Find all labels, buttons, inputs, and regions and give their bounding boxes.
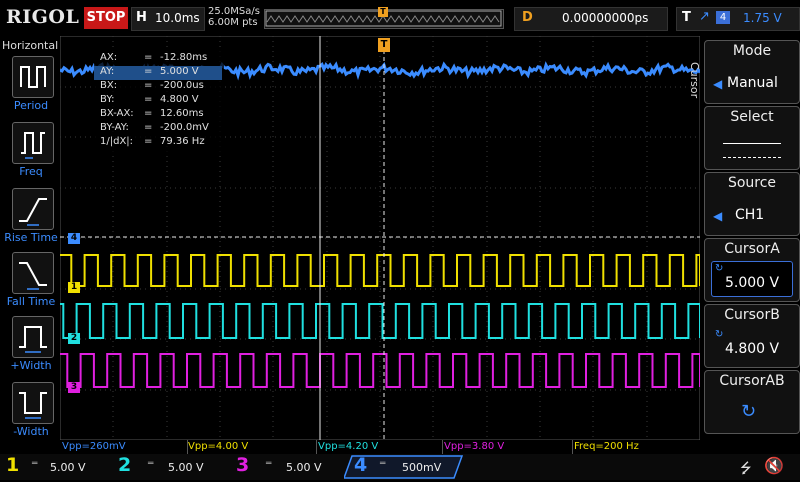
source-softkey[interactable]: Source ◀ CH1 [704,172,800,236]
rigol-logo: RIGOL [6,6,80,28]
cursor-row-ax: AX: = -12.80ms [100,52,208,63]
ch3-offset-marker[interactable]: 3 [68,382,80,393]
measurement-ch4-vpp[interactable]: Vpp=260mV [62,441,126,453]
chevron-left-icon: ◀ [713,209,723,223]
dc-coupling-icon: ═ [32,459,38,469]
usb-icon: ⭍ [740,461,752,477]
timebase-letter: H [136,10,147,25]
cursor-row-bx-ax: BX-AX: = 12.60ms [100,108,204,119]
sample-rate: 25.0MSa/s [208,6,260,17]
period-label: Period [13,99,49,112]
pos-width-button[interactable] [12,316,54,358]
neg-width-button[interactable] [12,382,54,424]
cursor-readout-table: AX: = -12.80ms AY: = 5.000 V BX: = -200.0us BY… [94,50,224,154]
dc-coupling-icon: ═ [266,459,272,469]
rise-time-label: Rise Time [4,231,58,244]
trigger-letter: T [682,10,691,25]
ch4-number: 4 [354,454,368,476]
fall-time-icon [19,262,47,290]
cursor-ab-softkey[interactable]: CursorAB ↻ [704,370,800,434]
trigger-source: 4 [716,11,730,24]
select-title: Select [730,109,774,125]
measurement-ch1-freq[interactable]: Freq=200 Hz [574,441,639,453]
fall-time-button[interactable] [12,252,54,294]
panel-title: Horizontal [2,39,59,52]
rise-time-icon [19,198,47,226]
run-stop-status[interactable]: STOP [84,7,128,29]
source-value: CH1 [735,207,765,223]
ch3-scale: 5.00 V [286,461,322,474]
cursor-a-value: 5.000 V [725,275,780,291]
pos-width-icon [19,326,47,353]
cursor-b-value: 4.800 V [725,341,780,357]
cursor-row-ay: AY: = 5.000 V [94,66,222,80]
cursor-a-title: CursorA [724,241,780,257]
freq-label: Freq [19,165,43,178]
menu-title: Cursor [688,62,701,99]
speaker-mute-icon[interactable]: 🔇 [764,456,784,475]
ch3-number: 3 [236,454,250,476]
measurement-divider [442,440,443,454]
ch1-offset-marker[interactable]: 1 [68,282,80,293]
select-dashed-line-icon [723,157,781,158]
cursor-b-softkey[interactable]: CursorB ↻ 4.800 V [704,304,800,368]
ch4-offset-marker[interactable]: 4 [68,233,80,244]
trigger-position-marker-icon[interactable]: T [378,38,390,52]
knob-rotate-icon: ↻ [715,329,724,340]
mode-title: Mode [732,43,772,59]
rise-time-button[interactable] [12,188,54,230]
cursor-row-bx: BX: = -200.0us [100,80,204,91]
memory-overview-bar[interactable]: T [264,7,504,29]
ch1-scale: 5.00 V [50,461,86,474]
dc-coupling-icon: ═ [148,459,154,469]
freq-icon [21,132,45,159]
period-icon [20,66,46,88]
cursor-row-by: BY: = 4.800 V [100,94,199,105]
timebase-value: 10.0ms [155,11,200,25]
measurement-ch2-vpp[interactable]: Vpp=4.20 V [318,441,378,453]
dc-coupling-icon: ═ [380,459,386,469]
neg-width-label: -Width [13,425,49,438]
source-title: Source [727,175,777,191]
cursor-a-softkey[interactable]: CursorA ↻ 5.000 V [704,238,800,302]
cursor-row-by-ay: BY-AY: = -200.0mV [100,122,209,133]
period-button[interactable] [12,56,54,98]
trigger-position-marker-icon: T [378,7,388,17]
ch4-scale: 500mV [402,461,442,474]
chevron-left-icon: ◀ [713,77,723,91]
ch2-number: 2 [118,454,132,476]
delay-value: 0.00000000ps [562,11,649,25]
cursor-ab-title: CursorAB [719,373,785,389]
rising-edge-icon: ↗ [699,9,710,24]
cursor-row-inv-dx: 1/|dX|: = 79.36 Hz [100,136,205,147]
trigger-level: 1.75 V [743,11,782,25]
knob-rotate-icon: ↻ [741,401,757,422]
knob-rotate-icon: ↻ [715,263,724,274]
measurement-divider [187,440,188,454]
mode-softkey[interactable]: Mode ◀ Manual [704,40,800,104]
freq-button[interactable] [12,122,54,164]
ch2-scale: 5.00 V [168,461,204,474]
memory-depth: 6.00M pts [208,17,258,28]
measurement-divider [572,440,573,454]
fall-time-label: Fall Time [6,295,56,308]
mode-value: Manual [727,75,778,91]
measurement-ch1-vpp[interactable]: Vpp=4.00 V [188,441,248,453]
measurement-divider [316,440,317,454]
ch2-offset-marker[interactable]: 2 [68,333,80,344]
delay-letter: D [522,10,533,25]
measurement-ch3-vpp[interactable]: Vpp=3.80 V [444,441,504,453]
cursor-b-title: CursorB [724,307,780,323]
neg-width-icon [19,392,47,419]
ch1-number: 1 [6,454,20,476]
select-softkey[interactable]: Select [704,106,800,170]
acquisition-info: 25.0MSa/s 6.00M pts [208,6,260,28]
pos-width-label: +Width [10,359,52,372]
select-line-icon [723,143,781,144]
